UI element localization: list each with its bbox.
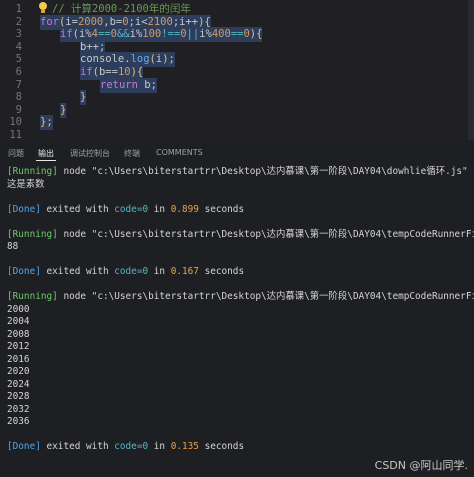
output-line: 2024: [7, 378, 30, 390]
tab-terminal[interactable]: 终端: [124, 148, 140, 159]
output-line: [Done] exited with code=0 in 0.167 secon…: [7, 266, 245, 277]
output-line: 2036: [7, 416, 30, 427]
tab-problems[interactable]: 问题: [8, 148, 24, 159]
code-editor[interactable]: 1// 计算2000-2100年的闰年 2 for(i=2000,b=0;i<210…: [0, 0, 474, 143]
panel-tab-bar: 问题 输出 调试控制台 终端 COMMENTS: [0, 144, 474, 162]
output-line: [Running] node "c:\Users\biterstartrr\De…: [7, 291, 474, 302]
output-line: 2016: [7, 353, 30, 365]
output-line: 2004: [7, 316, 30, 327]
watermark: CSDN @阿山同学.: [374, 459, 468, 472]
output-line: 88: [7, 241, 19, 252]
line-number: 11: [9, 129, 22, 141]
output-line: 这是素数: [7, 178, 45, 190]
output-line: [Done] exited with code=0 in 0.135 secon…: [7, 441, 245, 452]
editor-scrollbar[interactable]: [468, 0, 474, 140]
output-line: 2028: [7, 391, 30, 402]
output-line: [Running] node "c:\Users\biterstartrr\De…: [7, 166, 468, 177]
lightbulb-icon[interactable]: [38, 1, 48, 15]
tab-debug-console[interactable]: 调试控制台: [70, 148, 110, 159]
output-line: 2000: [7, 303, 30, 315]
output-line: 2020: [7, 366, 30, 377]
output-line: [Running] node "c:\Users\biterstartrr\De…: [7, 228, 474, 240]
output-line: 2012: [7, 341, 30, 352]
output-line: 2032: [7, 403, 30, 415]
output-line: 2008: [7, 328, 30, 340]
code-line[interactable]: 11: [0, 128, 474, 143]
active-tab-indicator: [36, 160, 56, 161]
output-line: [Done] exited with code=0 in 0.899 secon…: [7, 203, 245, 215]
tab-comments[interactable]: COMMENTS: [156, 148, 203, 157]
tab-output[interactable]: 输出: [38, 148, 54, 159]
